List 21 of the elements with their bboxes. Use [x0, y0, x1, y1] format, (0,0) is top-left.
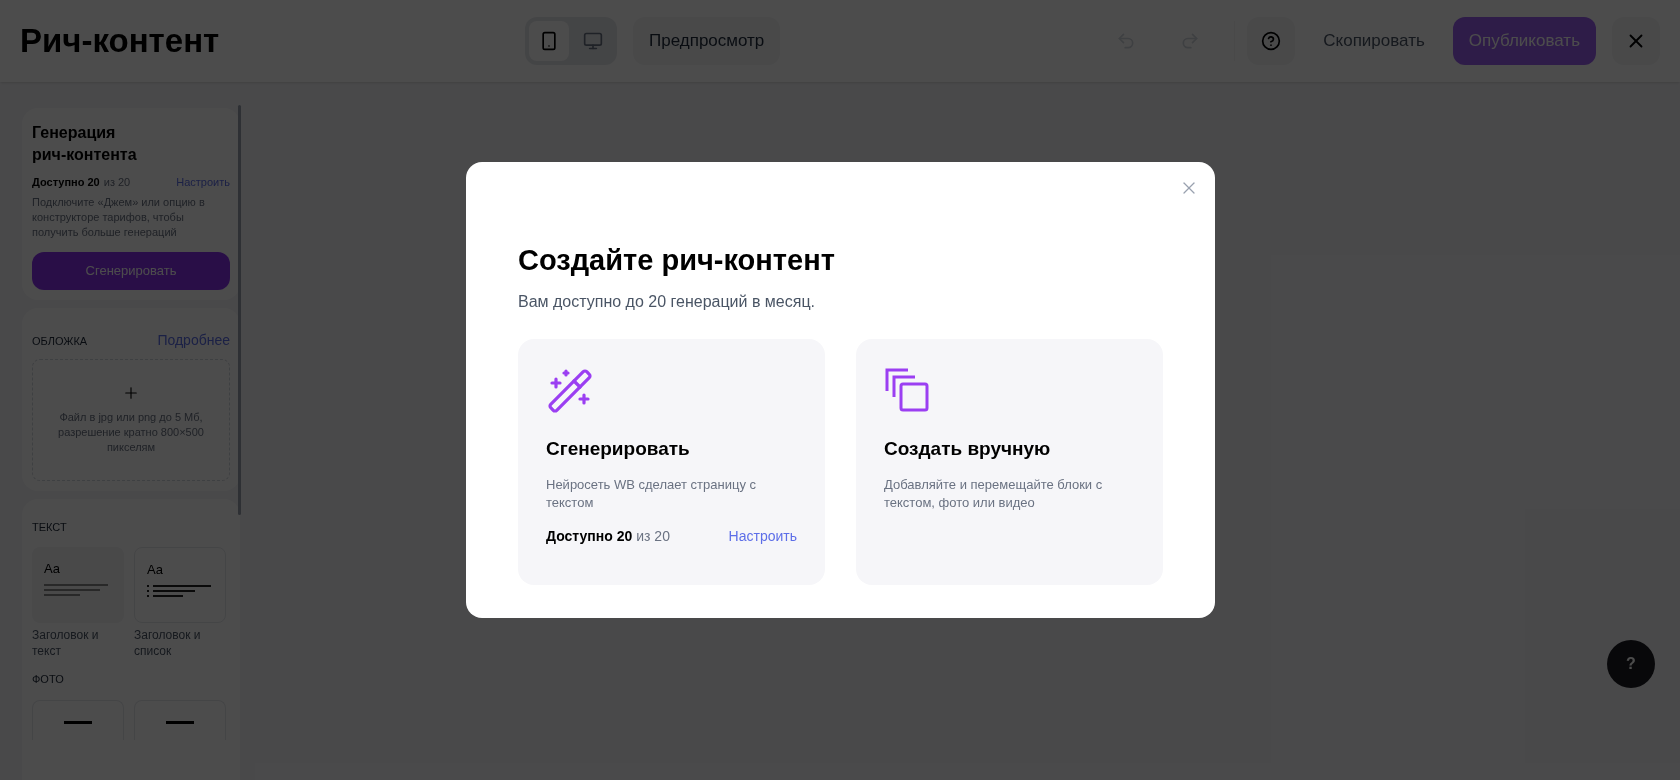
available-count: Доступно 20 — [546, 527, 633, 546]
page-title: Рич-контент — [20, 21, 221, 62]
available-count: Доступно 20 — [32, 175, 100, 190]
magic-wand-icon — [546, 367, 594, 415]
option-description: Добавляйте и перемещайте блоки с текстом, фото или видео — [884, 475, 1104, 512]
card-title: Генерация рич-контента — [32, 123, 138, 165]
section-heading: ТЕКСТ — [32, 519, 68, 535]
section-heading: ОБЛОЖКА — [32, 333, 88, 349]
option-description: Нейросеть WB сделает страницу с текстом — [546, 475, 757, 512]
template-sample: Aa — [44, 560, 61, 578]
option-card[interactable]: Создать вручную Добавляйте и перемещайте блоки с текстом, фото или видео — [856, 339, 1163, 585]
modal-subtitle: Вам доступно до 20 генераций в месяц. — [518, 292, 817, 312]
option-card[interactable]: Сгенерировать Нейросеть WB сделает страницу с текстом Доступно 20 из 20 Настроить — [518, 339, 825, 585]
template-sample: Aa — [147, 561, 164, 579]
configure-link[interactable]: Настроить — [728, 526, 797, 547]
total-count: из 20 — [636, 527, 670, 546]
modal-title: Создайте рич-контент — [518, 243, 836, 278]
option-title: Создать вручную — [884, 437, 1052, 461]
copy-squares-icon — [884, 367, 932, 415]
option-title: Сгенерировать — [546, 437, 691, 461]
section-heading: ФОТО — [32, 672, 65, 687]
